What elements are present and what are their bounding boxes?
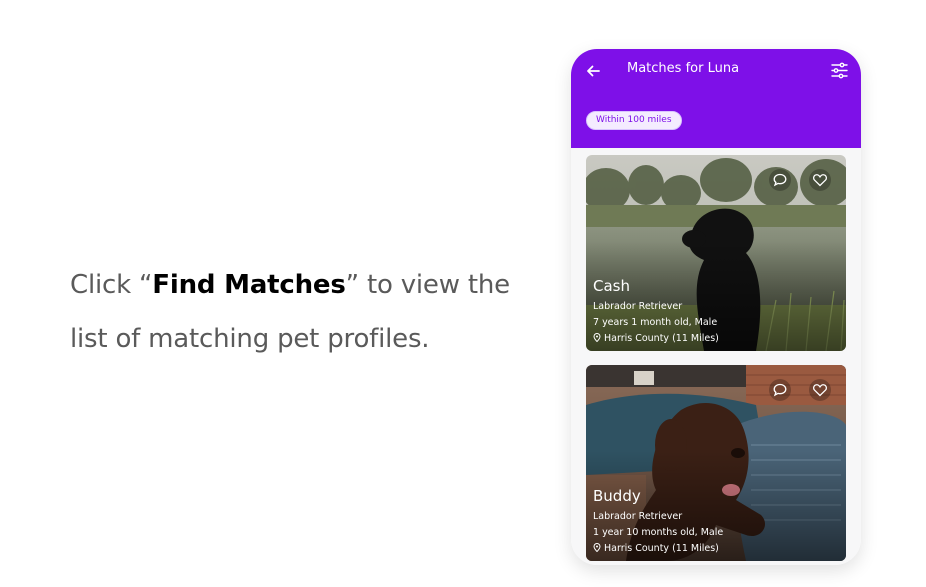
pet-age-sex: 7 years 1 month old, Male — [593, 317, 718, 328]
message-button[interactable] — [769, 379, 791, 401]
matches-list: Cash Labrador Retriever 7 years 1 month … — [571, 148, 861, 565]
phone-mockup: Matches for Luna Within 100 miles Cash L… — [571, 49, 861, 565]
chat-bubble-icon — [773, 383, 787, 397]
pet-breed: Labrador Retriever — [593, 511, 683, 522]
chat-bubble-icon — [773, 173, 787, 187]
location-pin-icon — [593, 333, 601, 342]
pet-location-text: Harris County (11 Miles) — [604, 333, 719, 344]
pet-location: Harris County (11 Miles) — [593, 543, 719, 554]
heart-icon — [812, 384, 828, 397]
pet-location-text: Harris County (11 Miles) — [604, 543, 719, 554]
favorite-button[interactable] — [809, 169, 831, 191]
sliders-icon[interactable] — [831, 62, 848, 79]
page-title: Matches for Luna — [627, 61, 740, 76]
instruction-prefix: Click “ — [70, 270, 153, 300]
arrow-left-icon[interactable] — [585, 63, 601, 79]
pet-name: Buddy — [593, 487, 641, 505]
location-pin-icon — [593, 543, 601, 552]
instruction-text: Click “Find Matches” to view the list of… — [70, 258, 540, 366]
message-button[interactable] — [769, 169, 791, 191]
pet-card-buddy[interactable]: Buddy Labrador Retriever 1 year 10 month… — [586, 365, 846, 561]
instruction-highlight: Find Matches — [152, 270, 346, 300]
pet-card-cash[interactable]: Cash Labrador Retriever 7 years 1 month … — [586, 155, 846, 351]
favorite-button[interactable] — [809, 379, 831, 401]
pet-breed: Labrador Retriever — [593, 301, 683, 312]
app-bar: Matches for Luna Within 100 miles — [571, 49, 861, 148]
pet-age-sex: 1 year 10 months old, Male — [593, 527, 724, 538]
heart-icon — [812, 174, 828, 187]
distance-filter-chip[interactable]: Within 100 miles — [586, 111, 682, 130]
pet-name: Cash — [593, 277, 630, 295]
pet-location: Harris County (11 Miles) — [593, 333, 719, 344]
